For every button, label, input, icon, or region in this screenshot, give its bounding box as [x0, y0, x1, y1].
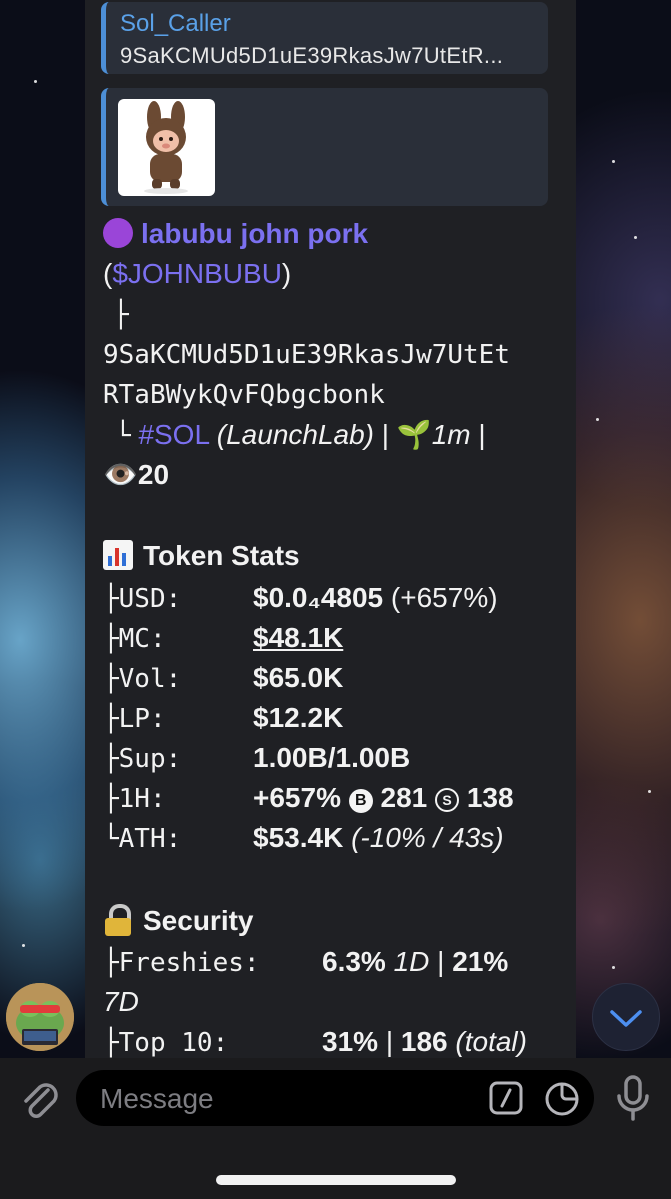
paperclip-icon [24, 1083, 58, 1118]
chevron-down-icon [610, 1010, 642, 1027]
freshies-1d-label: 1D [393, 946, 430, 977]
sticker-icon [545, 1082, 579, 1116]
freshies-7d: 21% [452, 946, 509, 977]
microphone-icon [617, 1075, 649, 1121]
seedling-icon: 🌱 [396, 419, 432, 450]
sells-count: 138 [466, 782, 514, 813]
stat-value-sup: 1.00B/1.00B [253, 742, 411, 773]
security-heading: Security [103, 904, 254, 937]
ath-change: (-10% / 43s) [351, 822, 504, 853]
views-line: 👁️20 [103, 458, 169, 491]
buys-badge-icon: B [348, 789, 373, 813]
usd-price: $0.0₄4805 [253, 582, 384, 613]
scroll-to-bottom-button[interactable] [592, 983, 660, 1051]
stat-value-1h: +657% B 281 S 138 [253, 782, 514, 814]
sticker-button[interactable] [544, 1081, 580, 1117]
reply-quote[interactable]: Sol_Caller 9SaKCMUd5D1uE39RkasJw7UtEtR..… [101, 2, 548, 74]
paren-close: ) [281, 258, 292, 289]
purple-circle-icon [103, 218, 133, 248]
chain-hashtag[interactable]: #SOL [138, 419, 209, 450]
buys-count: 281 [380, 782, 428, 813]
freshies-1d: 6.3% [322, 946, 386, 977]
top10-percent: 31% [322, 1026, 379, 1057]
commands-button[interactable] [489, 1081, 523, 1115]
stat-key-mc: ├MC: [103, 624, 166, 654]
tree-branch: ├ [113, 300, 129, 330]
home-indicator[interactable] [216, 1175, 456, 1185]
token-stats-title: Token Stats [143, 540, 300, 571]
freshies-7d-label: 7D [103, 986, 139, 1017]
security-key-freshies: ├Freshies: [103, 948, 260, 978]
slash-command-icon [489, 1081, 523, 1115]
star [648, 790, 651, 793]
reply-text: 9SaKCMUd5D1uE39RkasJw7UtEtR... [120, 43, 504, 68]
contract-address-line-2[interactable]: RTaBWykQvFQbgcbonk [103, 380, 385, 410]
star [34, 80, 37, 83]
message-placeholder: Message [100, 1083, 214, 1114]
message-bubble[interactable]: Sol_Caller 9SaKCMUd5D1uE39RkasJw7UtEtR..… [85, 0, 576, 1058]
stat-value-vol: $65.0K [253, 662, 344, 693]
star [634, 236, 637, 239]
stat-key-1h: ├1H: [103, 784, 166, 814]
stat-value-mc[interactable]: $48.1K [253, 622, 343, 654]
view-count: 20 [137, 459, 170, 490]
eye-icon: 👁️ [103, 459, 138, 490]
stat-key-usd: ├USD: [103, 584, 182, 614]
token-title: labubu john pork [103, 218, 368, 250]
paren-open: ( [103, 258, 113, 289]
voice-message-button[interactable] [614, 1074, 652, 1122]
attach-button[interactable] [18, 1076, 60, 1120]
top10-count: 186 [400, 1026, 448, 1057]
separator: | [478, 419, 486, 450]
labubu-figure-image [144, 101, 188, 194]
sells-badge-icon: S [435, 788, 460, 812]
star [22, 944, 25, 947]
top10-label: (total) [455, 1026, 527, 1057]
stat-key-ath: └ATH: [103, 824, 182, 854]
star [612, 160, 615, 163]
hour-change: +657% [253, 782, 341, 813]
lock-icon [103, 904, 133, 936]
security-key-top10: ├Top 10: [103, 1028, 229, 1058]
link-preview[interactable] [101, 88, 548, 206]
tree-end: └ [115, 421, 131, 451]
usd-change: (+657%) [390, 582, 498, 613]
token-age: 1m [431, 419, 471, 450]
message-input[interactable]: Message [76, 1070, 594, 1126]
stat-value-ath: $53.4K (-10% / 43s) [253, 822, 504, 854]
star [612, 966, 615, 969]
frog-avatar-image [6, 983, 74, 1051]
token-ticker-line: ($JOHNBUBU) [103, 258, 291, 290]
token-name: labubu john pork [141, 218, 369, 249]
ath-value: $53.4K [253, 822, 344, 853]
reply-sender: Sol_Caller [120, 10, 231, 37]
stat-value-lp: $12.2K [253, 702, 344, 733]
stat-key-lp: ├LP: [103, 704, 166, 734]
star [596, 418, 599, 421]
stat-value-usd: $0.0₄4805 (+657%) [253, 582, 498, 614]
message-composer: Message [0, 1058, 671, 1199]
launchpad-label: (LaunchLab) [216, 419, 375, 450]
token-image[interactable] [118, 99, 215, 196]
stat-key-vol: ├Vol: [103, 664, 182, 694]
stat-key-sup: ├Sup: [103, 744, 182, 774]
contract-address-line-1[interactable]: 9SaKCMUd5D1uE39RkasJw7UtEt [103, 340, 510, 370]
bar-chart-icon [103, 540, 133, 570]
ticker-link[interactable]: $JOHNBUBU [112, 258, 282, 289]
chain-info-line: └ #SOL (LaunchLab) | 🌱1m | [115, 418, 486, 451]
security-title: Security [143, 905, 254, 936]
security-value-freshies: 6.3% 1D | 21% [322, 946, 509, 977]
separator: | [381, 419, 390, 450]
sender-avatar[interactable] [6, 983, 74, 1051]
security-value-top10: 31% | 186 (total) [322, 1026, 527, 1057]
token-stats-heading: Token Stats [103, 540, 300, 572]
